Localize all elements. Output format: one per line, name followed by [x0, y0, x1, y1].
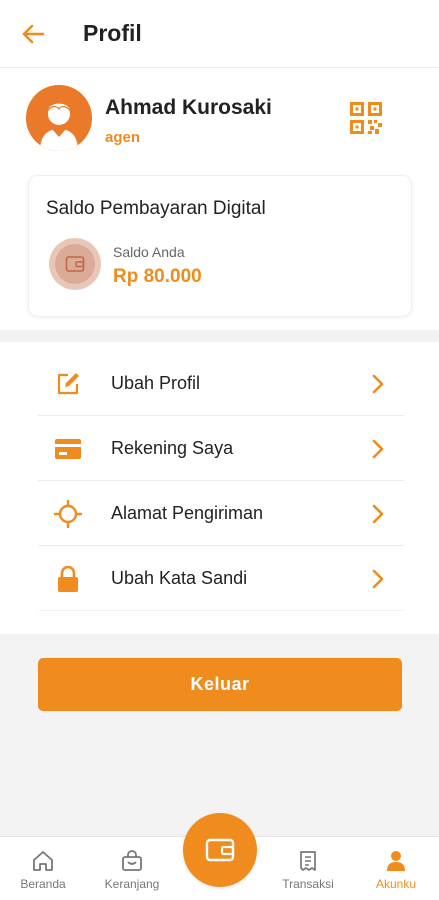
arrow-left-icon — [22, 24, 45, 44]
app-header: Profil — [0, 0, 439, 68]
nav-item-home[interactable]: Beranda — [8, 849, 78, 891]
wallet-fab-button[interactable] — [183, 813, 257, 887]
menu-label: Rekening Saya — [111, 438, 234, 458]
account-icon — [387, 851, 405, 871]
chevron-right-icon — [372, 439, 384, 459]
nav-label: Transaksi — [282, 877, 334, 891]
menu-label: Ubah Kata Sandi — [111, 568, 248, 588]
wallet-badge — [49, 238, 101, 290]
nav-item-transactions[interactable]: Transaksi — [273, 849, 343, 891]
chevron-right-icon — [372, 504, 384, 524]
user-avatar-icon — [26, 85, 92, 151]
logout-button[interactable]: Keluar — [38, 658, 402, 711]
menu-item-edit-profile[interactable]: Ubah Profil — [38, 352, 404, 416]
wallet-icon — [65, 256, 85, 272]
edit-icon — [57, 373, 79, 395]
menu-item-change-password[interactable]: Ubah Kata Sandi — [38, 547, 404, 611]
qr-code-button[interactable] — [350, 102, 382, 134]
back-button[interactable] — [18, 20, 48, 48]
receipt-icon — [300, 851, 316, 871]
user-name: Ahmad Kurosaki — [105, 96, 272, 119]
credit-card-icon — [55, 439, 81, 459]
balance-amount: Rp 80.000 — [113, 266, 202, 287]
profile-section: Ahmad Kurosaki agen Saldo Pembayaran Dig… — [0, 68, 439, 330]
menu-item-shipping-address[interactable]: Alamat Pengiriman — [38, 482, 404, 546]
page-title: Profil — [83, 20, 142, 46]
nav-item-account[interactable]: Akunku — [361, 849, 431, 891]
account-menu: Ubah Profil Rekening Saya Alamat Pengiri… — [0, 342, 439, 634]
nav-label: Beranda — [20, 877, 66, 891]
lock-icon — [58, 565, 78, 592]
nav-label: Keranjang — [104, 877, 160, 891]
balance-card[interactable]: Saldo Pembayaran Digital Saldo Anda Rp 8… — [28, 175, 412, 317]
user-role: agen — [105, 129, 141, 146]
location-target-icon — [54, 500, 82, 528]
balance-title: Saldo Pembayaran Digital — [46, 198, 266, 219]
home-icon — [33, 851, 53, 871]
qr-code-icon — [350, 102, 382, 134]
balance-label: Saldo Anda — [113, 244, 185, 260]
wallet-icon — [205, 838, 235, 862]
menu-item-bank-account[interactable]: Rekening Saya — [38, 417, 404, 481]
nav-item-cart[interactable]: Keranjang — [97, 849, 167, 891]
menu-label: Alamat Pengiriman — [111, 503, 264, 523]
chevron-right-icon — [372, 374, 384, 394]
chevron-right-icon — [372, 569, 384, 589]
nav-label: Akunku — [375, 877, 417, 891]
menu-label: Ubah Profil — [111, 373, 201, 393]
avatar[interactable] — [26, 85, 92, 151]
cart-bag-icon — [122, 850, 142, 871]
